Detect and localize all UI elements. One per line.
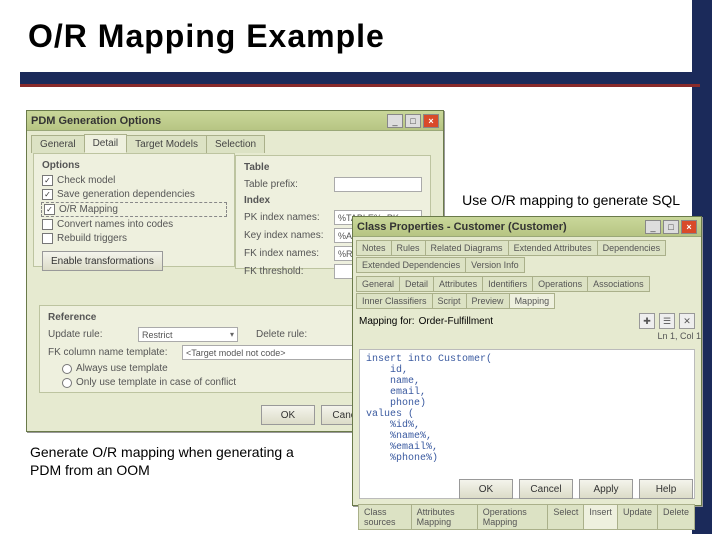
tabstrip-upper: Notes Rules Related Diagrams Extended At… xyxy=(353,237,701,273)
rebuild-triggers-row[interactable]: Rebuild triggers xyxy=(42,233,226,244)
save-deps-label: Save generation dependencies xyxy=(57,189,195,200)
apply-button[interactable]: Apply xyxy=(579,479,633,499)
tab-extended-attributes[interactable]: Extended Attributes xyxy=(508,240,598,256)
enable-transformations-button[interactable]: Enable transformations xyxy=(42,251,163,271)
or-mapping-label: O/R Mapping xyxy=(59,204,118,215)
subtab-insert[interactable]: Insert xyxy=(583,504,618,530)
close-button[interactable]: × xyxy=(681,220,697,234)
checkbox-icon[interactable]: ✓ xyxy=(42,175,53,186)
subtab-operations-mapping[interactable]: Operations Mapping xyxy=(477,504,549,530)
checkbox-icon[interactable] xyxy=(42,233,53,244)
tab-target-models[interactable]: Target Models xyxy=(126,135,207,153)
convert-names-row[interactable]: Convert names into codes xyxy=(42,219,226,230)
minimize-button[interactable]: _ xyxy=(387,114,403,128)
check-model-label: Check model xyxy=(57,175,115,186)
convert-names-label: Convert names into codes xyxy=(57,219,173,230)
tab-selection[interactable]: Selection xyxy=(206,135,265,153)
tab-identifiers[interactable]: Identifiers xyxy=(482,276,533,292)
titlebar[interactable]: Class Properties - Customer (Customer) _… xyxy=(353,217,701,237)
cancel-button[interactable]: Cancel xyxy=(519,479,573,499)
rebuild-triggers-label: Rebuild triggers xyxy=(57,233,127,244)
threshold-label: FK threshold: xyxy=(244,266,330,277)
options-panel: Options ✓ Check model ✓ Save generation … xyxy=(33,153,235,267)
table-prefix-label: Table prefix: xyxy=(244,179,330,190)
tab-extended-dependencies[interactable]: Extended Dependencies xyxy=(356,257,466,273)
tabstrip: General Detail Target Models Selection xyxy=(27,131,443,153)
checkbox-icon[interactable]: ✓ xyxy=(44,204,55,215)
index-legend: Index xyxy=(244,195,422,206)
maximize-button[interactable]: □ xyxy=(663,220,679,234)
subtab-class-sources[interactable]: Class sources xyxy=(358,504,412,530)
tab-notes[interactable]: Notes xyxy=(356,240,392,256)
tab-version-info[interactable]: Version Info xyxy=(465,257,525,273)
tab-detail[interactable]: Detail xyxy=(399,276,434,292)
mapping-subtabs: Class sources Attributes Mapping Operati… xyxy=(353,503,701,530)
close-button[interactable]: × xyxy=(423,114,439,128)
update-rule-label: Update rule: xyxy=(48,329,134,340)
button-bar: OK Cancel Apply Help xyxy=(459,479,693,499)
or-mapping-row[interactable]: ✓ O/R Mapping xyxy=(42,203,226,216)
subtab-select[interactable]: Select xyxy=(547,504,584,530)
tab-rules[interactable]: Rules xyxy=(391,240,426,256)
tab-detail[interactable]: Detail xyxy=(84,134,128,153)
checkbox-icon[interactable]: ✓ xyxy=(42,189,53,200)
tab-associations[interactable]: Associations xyxy=(587,276,650,292)
sql-editor[interactable]: insert into Customer( id, name, email, p… xyxy=(359,349,695,499)
radio-only-conflict[interactable]: Only use template in case of conflict xyxy=(76,377,236,388)
editor-status: Ln 1, Col 1 xyxy=(657,331,701,341)
tab-general[interactable]: General xyxy=(356,276,400,292)
create-mapping-icon[interactable]: ✚ xyxy=(639,313,655,329)
tab-related-diagrams[interactable]: Related Diagrams xyxy=(425,240,509,256)
tabstrip-lower: General Detail Attributes Identifiers Op… xyxy=(353,273,701,309)
slide-title: O/R Mapping Example xyxy=(28,18,385,55)
slide-title-rule xyxy=(20,72,700,87)
delete-mapping-icon[interactable]: ✕ xyxy=(679,313,695,329)
update-rule-select[interactable]: Restrict xyxy=(138,327,238,342)
tab-mapping[interactable]: Mapping xyxy=(509,293,556,309)
checkbox-icon[interactable] xyxy=(42,219,53,230)
mapping-for-row: Mapping for: Order-Fulfillment ✚ ☰ ✕ xyxy=(353,309,701,333)
check-model-row[interactable]: ✓ Check model xyxy=(42,175,226,186)
tab-general[interactable]: General xyxy=(31,135,85,153)
pk-label: PK index names: xyxy=(244,212,330,223)
key-label: Key index names: xyxy=(244,230,330,241)
titlebar[interactable]: PDM Generation Options _ □ × xyxy=(27,111,443,131)
tab-operations[interactable]: Operations xyxy=(532,276,588,292)
caption-generate-mapping: Generate O/R mapping when generating a P… xyxy=(30,444,320,479)
window-title: PDM Generation Options xyxy=(31,115,385,127)
table-legend: Table xyxy=(244,162,422,173)
subtab-delete[interactable]: Delete xyxy=(657,504,695,530)
subtab-attributes-mapping[interactable]: Attributes Mapping xyxy=(411,504,478,530)
caption-use-mapping: Use O/R mapping to generate SQL xyxy=(462,192,680,208)
radio-icon[interactable] xyxy=(62,378,72,388)
help-button[interactable]: Help xyxy=(639,479,693,499)
properties-icon[interactable]: ☰ xyxy=(659,313,675,329)
save-deps-row[interactable]: ✓ Save generation dependencies xyxy=(42,189,226,200)
tab-preview[interactable]: Preview xyxy=(466,293,510,309)
mapping-for-label: Mapping for: xyxy=(359,316,415,327)
radio-icon[interactable] xyxy=(62,364,72,374)
tab-attributes[interactable]: Attributes xyxy=(433,276,483,292)
minimize-button[interactable]: _ xyxy=(645,220,661,234)
fk-label: FK index names: xyxy=(244,248,330,259)
maximize-button[interactable]: □ xyxy=(405,114,421,128)
ok-button[interactable]: OK xyxy=(459,479,513,499)
ok-button[interactable]: OK xyxy=(261,405,315,425)
tab-dependencies[interactable]: Dependencies xyxy=(597,240,667,256)
tab-script[interactable]: Script xyxy=(432,293,467,309)
delete-rule-label: Delete rule: xyxy=(256,329,316,340)
fk-template-label: FK column name template: xyxy=(48,347,178,358)
window-title: Class Properties - Customer (Customer) xyxy=(357,221,643,233)
mapping-for-select[interactable]: Order-Fulfillment xyxy=(419,316,635,327)
tab-inner-classifiers[interactable]: Inner Classifiers xyxy=(356,293,433,309)
radio-always-template[interactable]: Always use template xyxy=(76,363,168,374)
options-legend: Options xyxy=(42,160,226,171)
class-properties-window: Class Properties - Customer (Customer) _… xyxy=(352,216,702,506)
table-prefix-input[interactable] xyxy=(334,177,422,192)
subtab-update[interactable]: Update xyxy=(617,504,658,530)
